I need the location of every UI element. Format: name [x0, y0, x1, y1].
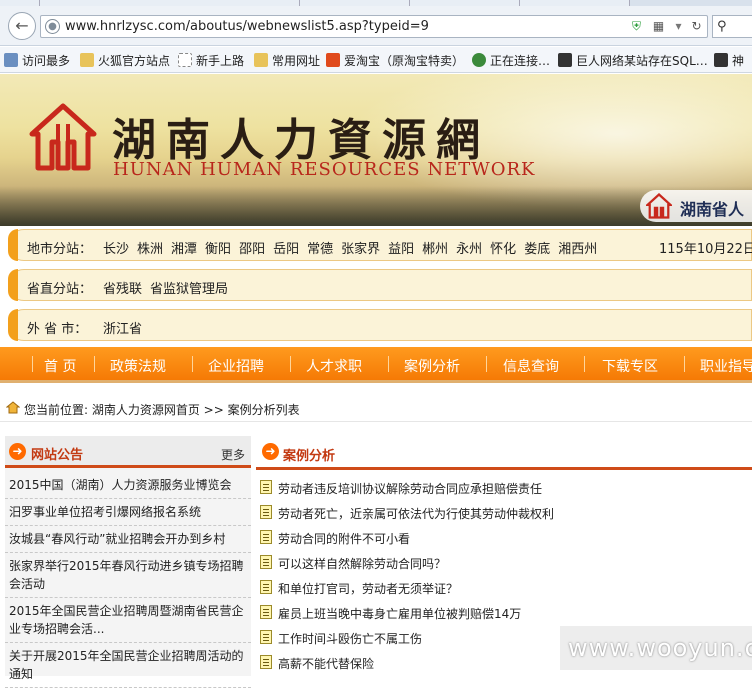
url-text: www.hnrlzysc.com/aboutus/webnewslist5.as… — [65, 19, 429, 34]
dropdown-arrow-icon[interactable]: ▾ — [671, 19, 686, 34]
list-item[interactable]: 关于开展2015年全国民营企业招聘周活动的通知 — [5, 643, 251, 688]
other-province-link[interactable]: 浙江省 — [103, 322, 142, 337]
bookmarks-bar: 访问最多 火狐官方站点 新手上路 常用网址 爱淘宝（原淘宝特卖） 正在连接… 巨… — [0, 47, 752, 73]
search-icon — [4, 53, 18, 67]
document-icon — [260, 605, 272, 619]
provincial-links: 省残联 省监狱管理局 — [103, 278, 236, 297]
back-button[interactable]: ← — [8, 12, 36, 40]
document-icon — [260, 580, 272, 594]
qr-code-icon[interactable]: ▦ — [651, 19, 666, 34]
city-link[interactable]: 株洲 — [137, 242, 163, 257]
reload-icon[interactable]: ↻ — [689, 19, 704, 34]
region-tag: 湖南省人 — [640, 190, 752, 222]
city-link[interactable]: 岳阳 — [273, 242, 299, 257]
list-item[interactable]: 张家界举行2015年春风行动进乡镇专场招聘会活动 — [5, 553, 251, 598]
city-link[interactable]: 常德 — [307, 242, 333, 257]
current-date: 115年10月22日 — [659, 242, 752, 257]
city-link[interactable]: 怀化 — [490, 242, 516, 257]
city-link[interactable]: 邵阳 — [239, 242, 265, 257]
city-link[interactable]: 张家界 — [341, 242, 380, 257]
document-icon — [260, 530, 272, 544]
arrow-right-icon: ➜ — [9, 443, 26, 460]
panel-title: 网站公告 — [31, 448, 84, 463]
nav-career-guide[interactable]: 职业指导 — [700, 356, 752, 376]
site-banner: 湖南人力資源網 HUNAN HUMAN RESOURCES NETWORK 湖南… — [0, 74, 752, 226]
nav-downloads[interactable]: 下载专区 — [602, 356, 658, 376]
nav-policy[interactable]: 政策法规 — [110, 356, 166, 376]
nav-case-analysis[interactable]: 案例分析 — [404, 356, 460, 376]
case-panel-header: ➜ 案例分析 — [256, 436, 752, 470]
list-item[interactable]: 汝城县“春风行动”就业招聘会开办到乡村 — [5, 526, 251, 553]
panel-title: 案例分析 — [283, 449, 336, 464]
site-title-english: HUNAN HUMAN RESOURCES NETWORK — [113, 159, 536, 180]
list-item[interactable]: 雇员上班当晚中毒身亡雇用单位被判赔偿14万 — [256, 601, 752, 626]
bookmark-item[interactable]: 神 — [714, 52, 744, 69]
site-logo-icon[interactable] — [28, 102, 98, 172]
city-link[interactable]: 长沙 — [103, 242, 129, 257]
taobao-icon — [326, 53, 340, 67]
list-item[interactable]: 劳动者违反培训协议解除劳动合同应承担赔偿责任 — [256, 476, 752, 501]
nav-job-seeking[interactable]: 人才求职 — [306, 356, 362, 376]
address-bar[interactable]: ● www.hnrlzysc.com/aboutus/webnewslist5.… — [40, 15, 708, 38]
page-icon — [558, 53, 572, 67]
watermark: www.wooyun.org — [560, 626, 752, 670]
notice-list: 2015中国（湖南）人力资源服务业博览会 汨罗事业单位招考引爆网络报名系统 汝城… — [5, 472, 251, 688]
city-link[interactable]: 衡阳 — [205, 242, 231, 257]
site-logo-icon — [646, 193, 672, 219]
bookmark-item[interactable]: 访问最多 — [4, 52, 70, 69]
document-icon — [260, 630, 272, 644]
city-link[interactable]: 郴州 — [422, 242, 448, 257]
document-icon — [260, 505, 272, 519]
home-icon — [6, 401, 20, 414]
list-item[interactable]: 2015年全国民营企业招聘周暨湖南省民营企业专场招聘会活... — [5, 598, 251, 643]
shield-icon[interactable]: ⛨ — [629, 19, 644, 34]
document-icon — [260, 555, 272, 569]
list-item[interactable]: 劳动者死亡，近亲属可依法代为行使其劳动仲裁权利 — [256, 501, 752, 526]
nav-info-query[interactable]: 信息查询 — [503, 356, 559, 376]
loading-icon — [472, 53, 486, 67]
other-province-row: 外 省 市： 浙江省 — [8, 309, 752, 341]
city-row: 地市分站： 长沙 株洲 湘潭 衡阳 邵阳 岳阳 常德 张家界 益阳 郴州 永州 怀化 娄底 湘西州 115… — [8, 229, 752, 261]
arrow-right-icon: ➜ — [262, 443, 279, 460]
substation-rows: 地市分站： 长沙 株洲 湘潭 衡阳 邵阳 岳阳 常德 张家界 益阳 郴州 永州 怀化 娄底 湘西州 115… — [0, 227, 752, 345]
page-icon — [714, 53, 728, 67]
bookmark-item[interactable]: 正在连接… — [472, 52, 550, 69]
browser-toolbar: ← ● www.hnrlzysc.com/aboutus/webnewslist… — [0, 6, 752, 46]
list-item[interactable]: 和单位打官司，劳动者无须举证？ — [256, 576, 752, 601]
other-province-links: 浙江省 — [103, 318, 150, 337]
bookmark-item[interactable]: 巨人网络某站存在SQL… — [558, 52, 708, 69]
folder-icon — [80, 53, 94, 67]
city-links: 长沙 株洲 湘潭 衡阳 邵阳 岳阳 常德 张家界 益阳 郴州 永州 怀化 娄底 湘西州 — [103, 238, 605, 257]
search-icon: ⚲ — [717, 19, 727, 34]
provincial-link[interactable]: 省监狱管理局 — [150, 282, 228, 297]
nav-home[interactable]: 首 页 — [44, 356, 76, 376]
notice-panel-header: ➜ 网站公告 更多 — [5, 436, 251, 468]
city-link[interactable]: 永州 — [456, 242, 482, 257]
city-link[interactable]: 娄底 — [524, 242, 550, 257]
document-icon — [260, 655, 272, 669]
globe-icon: ● — [45, 19, 60, 34]
page-icon — [178, 53, 192, 67]
notice-panel: ➜ 网站公告 更多 2015中国（湖南）人力资源服务业博览会 汨罗事业单位招考引… — [5, 436, 251, 688]
bookmark-item[interactable]: 常用网址 — [254, 52, 320, 69]
more-link[interactable]: 更多 — [221, 446, 245, 463]
document-icon — [260, 480, 272, 494]
list-item[interactable]: 可以这样自然解除劳动合同吗？ — [256, 551, 752, 576]
city-link[interactable]: 湘西州 — [558, 242, 597, 257]
provincial-row: 省直分站： 省残联 省监狱管理局 — [8, 269, 752, 301]
list-item[interactable]: 2015中国（湖南）人力资源服务业博览会 — [5, 472, 251, 499]
bookmark-item[interactable]: 新手上路 — [178, 52, 244, 69]
breadcrumb: 您当前位置: 湖南人力资源网首页 >> 案例分析列表 — [0, 396, 752, 422]
list-item[interactable]: 劳动合同的附件不可小看 — [256, 526, 752, 551]
main-nav: 首 页 政策法规 企业招聘 人才求职 案例分析 信息查询 下载专区 职业指导 — [0, 347, 752, 383]
bookmark-item[interactable]: 火狐官方站点 — [80, 52, 170, 69]
nav-recruit[interactable]: 企业招聘 — [208, 356, 264, 376]
provincial-link[interactable]: 省残联 — [103, 282, 142, 297]
search-input[interactable]: ⚲ — [712, 15, 752, 38]
city-link[interactable]: 益阳 — [388, 242, 414, 257]
bookmark-item[interactable]: 爱淘宝（原淘宝特卖） — [326, 52, 464, 69]
list-item[interactable]: 汨罗事业单位招考引爆网络报名系统 — [5, 499, 251, 526]
folder-icon — [254, 53, 268, 67]
city-link[interactable]: 湘潭 — [171, 242, 197, 257]
